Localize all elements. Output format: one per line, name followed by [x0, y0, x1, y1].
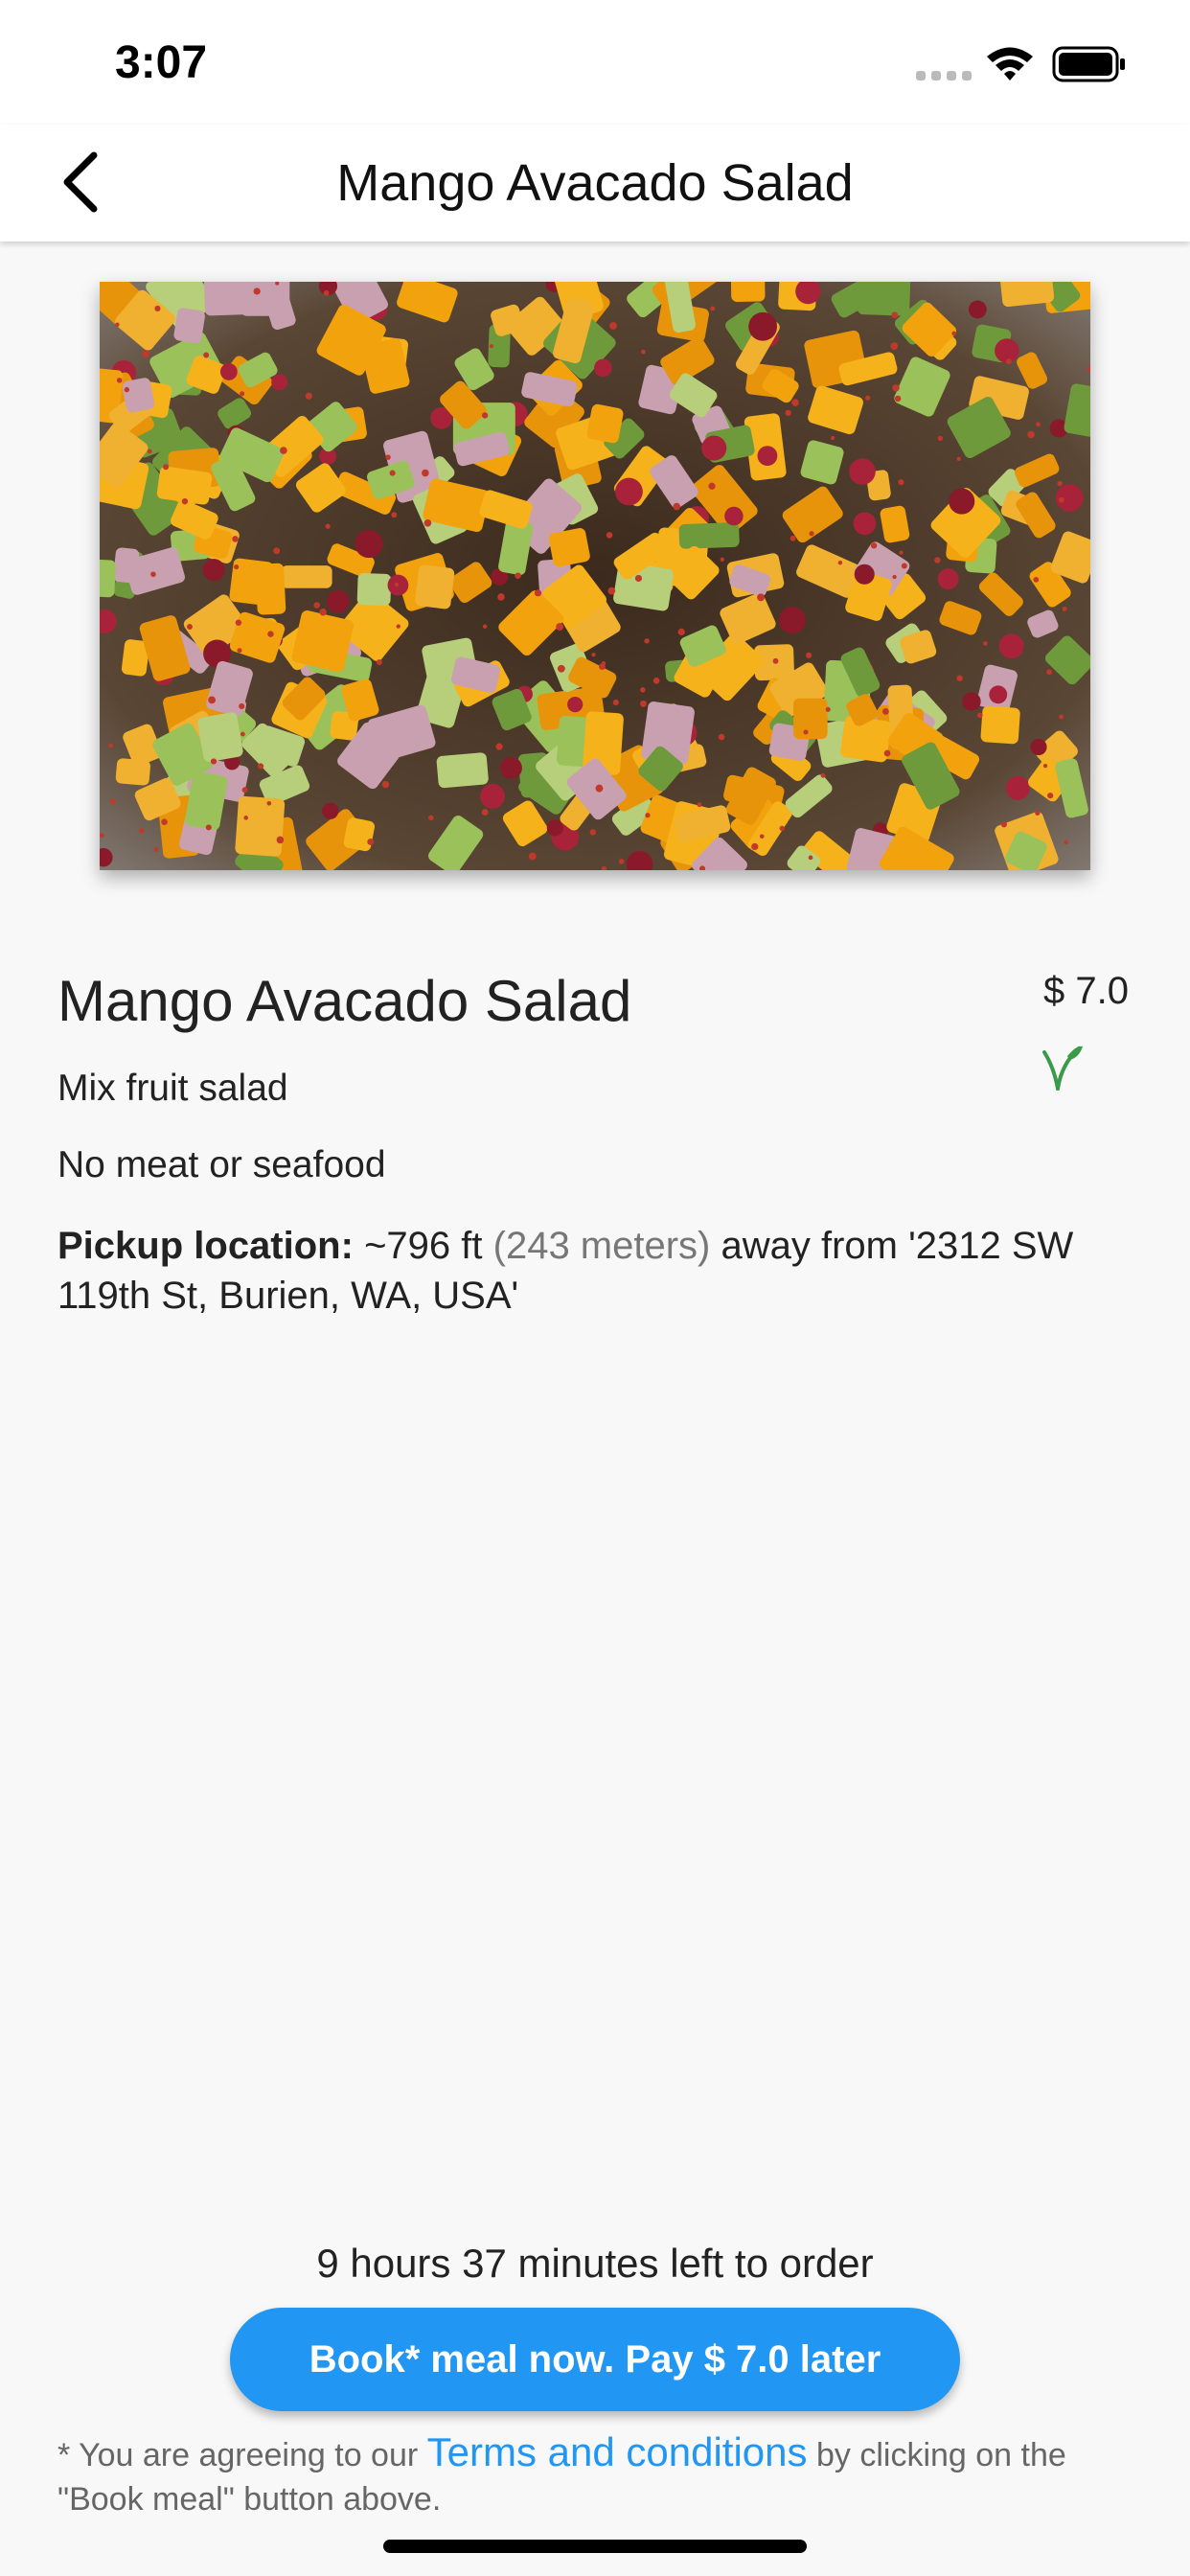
price: $ 7.0: [1043, 970, 1129, 1012]
pickup-distance-ft: ~796 ft: [364, 1225, 483, 1267]
battery-icon: [1052, 46, 1127, 87]
signal-icon: [916, 69, 973, 87]
vegan-leaf-icon: [1041, 1043, 1085, 1097]
book-meal-button[interactable]: Book* meal now. Pay $ 7.0 later: [230, 2308, 960, 2411]
time-left-to-order: 9 hours 37 minutes left to order: [316, 2241, 874, 2286]
wifi-icon: [985, 44, 1035, 87]
meal-title: Mango Avacado Salad: [57, 969, 632, 1033]
status-time: 3:07: [115, 37, 208, 88]
status-bar: 3:07: [0, 0, 1190, 125]
nav-bar: Mango Avacado Salad: [0, 125, 1190, 242]
pickup-location: Pickup location: ~796 ft (243 meters) aw…: [57, 1221, 1111, 1321]
home-indicator: [383, 2540, 807, 2553]
terms-note: * You are agreeing to our Terms and cond…: [57, 2430, 1140, 2521]
salad-photo: [100, 282, 1090, 870]
pickup-label: Pickup location:: [57, 1225, 354, 1267]
nav-title: Mango Avacado Salad: [336, 154, 854, 212]
terms-link[interactable]: Terms and conditions: [427, 2429, 808, 2474]
pickup-distance-meters: (243 meters): [492, 1225, 711, 1267]
meal-description: Mix fruit salad: [57, 1068, 288, 1109]
terms-prefix: * You are agreeing to our: [57, 2437, 419, 2473]
pickup-away-text: away from: [721, 1225, 899, 1267]
diet-note: No meat or seafood: [57, 1144, 386, 1185]
